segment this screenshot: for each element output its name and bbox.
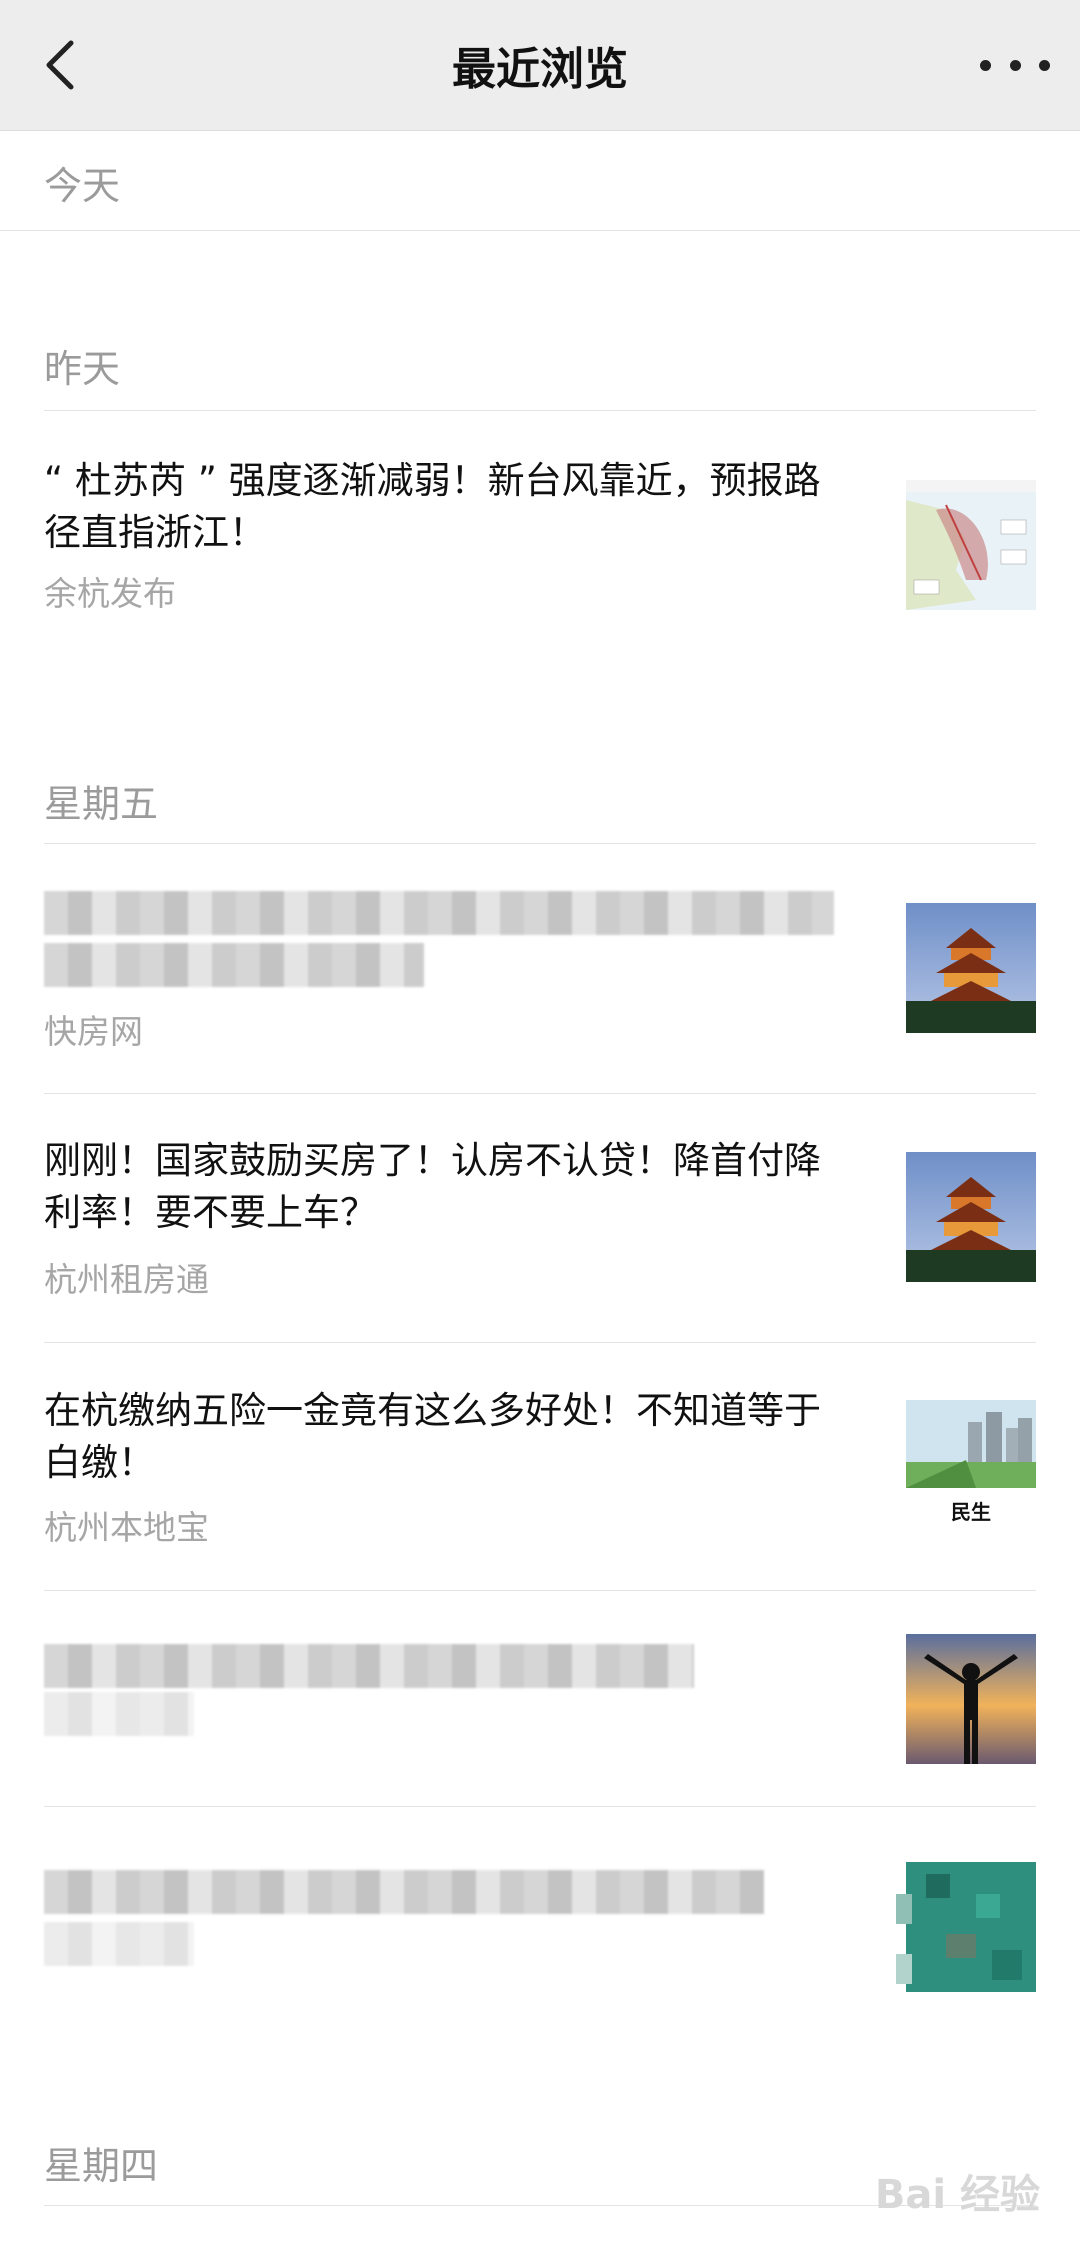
pagoda-image [906,1152,1036,1282]
blurred-title-line [44,891,834,935]
section-header-yesterday: 昨天 [44,347,121,391]
watermark-logo: Bai 经验 [874,2172,1040,2218]
article-item[interactable] [44,1630,1036,1800]
blurred-title-line [44,943,424,987]
page-title: 最近浏览 [452,44,628,95]
divider [44,1806,1036,1807]
article-item[interactable]: 快房网 [44,885,1036,1055]
blurred-title-line [44,1922,194,1966]
article-source: 杭州租房通 [44,1260,209,1299]
article-source: 余杭发布 [44,574,176,613]
pagoda-image [906,903,1036,1033]
divider [44,1590,1036,1591]
article-item[interactable]: “ 杜苏芮 ” 强度逐渐减弱！新台风靠近，预报路径直指浙江！ 余杭发布 [44,455,1036,613]
more-dot [1039,59,1050,71]
article-item[interactable]: 刚刚！国家鼓励买房了！认房不认贷！降首付降利率！要不要上车？ 杭州租房通 [44,1135,1036,1305]
divider [44,410,1036,411]
article-thumbnail [896,1854,1046,2004]
divider [44,1342,1036,1343]
more-dot [1009,59,1021,71]
article-thumbnail [906,1152,1036,1282]
section-header-today: 今天 [44,164,121,208]
article-source: 快房网 [44,1012,143,1051]
article-title: 在杭缴纳五险一金竟有这么多好处！不知道等于白缴！ [44,1389,821,1484]
blurred-title-line [44,1644,694,1688]
typhoon-map-image [906,480,1036,610]
article-title: 刚刚！国家鼓励买房了！认房不认贷！降首付降利率！要不要上车？ [44,1139,821,1234]
more-dots-icon [980,59,991,71]
nav-bar: 最近浏览 [0,0,1080,131]
blurred-title-line [44,1870,764,1914]
sunset-silhouette-image [906,1634,1036,1764]
article-thumbnail [906,903,1036,1033]
more-button[interactable] [980,40,1050,90]
article-item[interactable]: 在杭缴纳五险一金竟有这么多好处！不知道等于白缴！ 杭州本地宝 民生 [44,1385,1036,1555]
article-title: “ 杜苏芮 ” 强度逐渐减弱！新台风靠近，预报路径直指浙江！ [44,459,821,554]
article-thumbnail: 民生 [906,1400,1036,1530]
section-header-friday: 星期五 [44,782,159,826]
article-item[interactable] [44,1850,1036,2040]
thumbnail-caption: 民生 [951,1500,991,1524]
blurred-title-line [44,1692,194,1736]
blurred-green-image [896,1862,1036,1992]
article-thumbnail [906,1634,1036,1764]
section-header-thursday: 星期四 [44,2144,159,2188]
article-source: 杭州本地宝 [44,1508,209,1547]
divider [44,1093,1036,1094]
divider [44,843,1036,844]
divider [0,230,1080,231]
article-thumbnail [906,480,1036,610]
